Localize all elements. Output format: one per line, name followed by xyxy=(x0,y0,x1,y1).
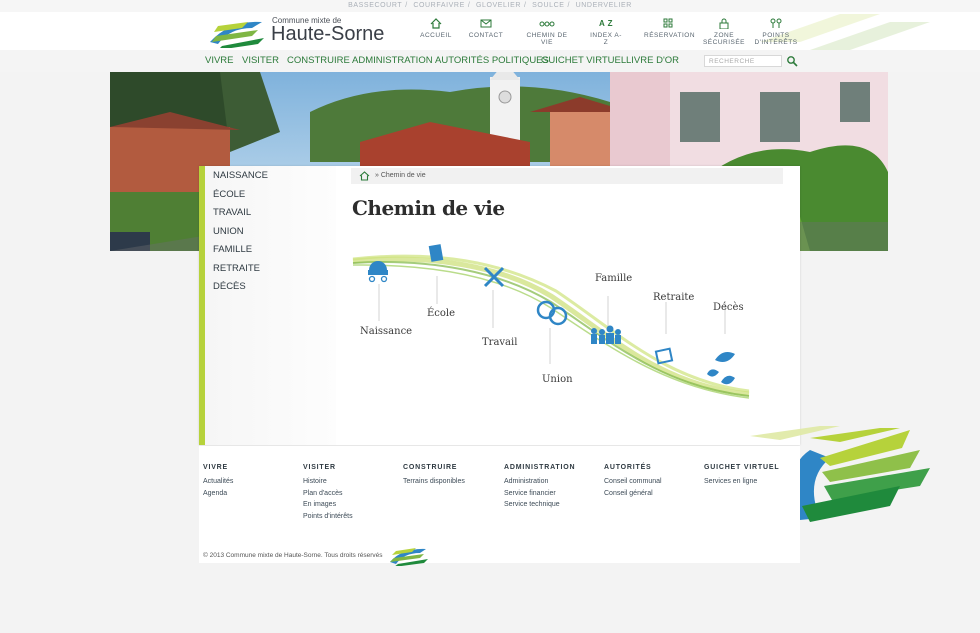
footer-heading: VISITER xyxy=(303,464,336,471)
poi-icon xyxy=(770,18,782,28)
menu-vivre[interactable]: VIVRE xyxy=(205,55,234,66)
footer-col-autorites: AUTORITÉS Conseil communal Conseil génér… xyxy=(604,464,662,501)
topnav-chemin-de-vie[interactable]: CHEMIN DE VIE xyxy=(520,18,574,46)
stage-travail[interactable]: Travail xyxy=(482,337,517,348)
footer-link[interactable]: Agenda xyxy=(203,490,233,497)
village-link[interactable]: SOULCE xyxy=(532,2,564,9)
footer: VIVRE Actualités Agenda VISITER Histoire… xyxy=(199,446,800,566)
topnav-points-interets[interactable]: POINTS D'INTÉRÊTS xyxy=(754,18,798,46)
sidebar-item-ecole[interactable]: ÉCOLE xyxy=(205,186,336,205)
logo-title: Haute-Sorne xyxy=(271,23,385,45)
footer-link[interactable]: Terrains disponibles xyxy=(403,478,465,485)
sidebar-item-union[interactable]: UNION xyxy=(205,223,336,242)
footer-link[interactable]: En images xyxy=(303,501,353,508)
footer-col-construire: CONSTRUIRE Terrains disponibles xyxy=(403,464,465,490)
page-title: Chemin de vie xyxy=(352,196,505,220)
stage-naissance[interactable]: Naissance xyxy=(360,326,412,337)
home-icon xyxy=(430,18,442,29)
stage-union[interactable]: Union xyxy=(542,374,573,385)
header: Commune mixte de Haute-Sorne ACCUEIL CON… xyxy=(0,12,980,50)
stage-famille[interactable]: Famille xyxy=(595,273,632,284)
main-menu-bar: VIVRE VISITER CONSTRUIRE ADMINISTRATION … xyxy=(0,50,980,72)
footer-link[interactable]: Services en ligne xyxy=(704,478,779,485)
sidebar-item-retraite[interactable]: RETRAITE xyxy=(205,260,336,279)
sidebar-item-famille[interactable]: FAMILLE xyxy=(205,241,336,260)
villages-bar: BASSECOURT / COURFAIVRE / GLOVELIER / SOULC… xyxy=(0,0,980,12)
logo-mark-icon xyxy=(210,21,264,48)
breadcrumb-current: » Chemin de vie xyxy=(375,172,426,179)
topnav-reservation[interactable]: RÉSERVATION xyxy=(644,18,695,39)
footer-heading: CONSTRUIRE xyxy=(403,464,458,471)
menu-livre-dor[interactable]: LIVRE D'OR xyxy=(626,55,679,66)
copyright: © 2013 Commune mixte de Haute-Sorne. Tou… xyxy=(203,552,383,559)
menu-guichet-virtuel[interactable]: GUICHET VIRTUEL xyxy=(541,55,626,66)
footer-heading: GUICHET VIRTUEL xyxy=(704,464,780,471)
village-link[interactable]: GLOVELIER xyxy=(476,2,521,9)
menu-administration[interactable]: ADMINISTRATION xyxy=(352,55,433,66)
menu-visiter[interactable]: VISITER xyxy=(242,55,279,66)
footer-link[interactable]: Points d'intérêts xyxy=(303,513,353,520)
topnav-accueil[interactable]: ACCUEIL xyxy=(420,18,452,39)
footer-link[interactable]: Service financier xyxy=(504,490,575,497)
footer-col-visiter: VISITER Histoire Plan d'accès En images … xyxy=(303,464,353,524)
footer-link[interactable]: Service technique xyxy=(504,501,575,508)
footer-col-vivre: VIVRE Actualités Agenda xyxy=(203,464,233,501)
retirement-icon xyxy=(654,347,674,365)
footer-link[interactable]: Conseil communal xyxy=(604,478,662,485)
sidebar-item-travail[interactable]: TRAVAIL xyxy=(205,204,336,223)
stage-ecole[interactable]: École xyxy=(427,308,455,319)
village-link[interactable]: COURFAIVRE xyxy=(413,2,465,9)
footer-link[interactable]: Actualités xyxy=(203,478,233,485)
footer-col-guichet-virtuel: GUICHET VIRTUEL Services en ligne xyxy=(704,464,779,490)
mail-icon xyxy=(480,19,492,28)
footer-col-administration: ADMINISTRATION Administration Service fi… xyxy=(504,464,575,513)
stage-retraite[interactable]: Retraite xyxy=(653,292,694,303)
stroller-icon xyxy=(368,261,388,283)
village-link[interactable]: UNDERVELIER xyxy=(576,2,632,9)
leaves-icon xyxy=(707,352,735,385)
topnav-zone-securisee[interactable]: ZONE SÉCURISÉE xyxy=(702,18,746,46)
search-input[interactable]: RECHERCHE xyxy=(704,55,782,67)
stage-deces[interactable]: Décès xyxy=(713,302,744,313)
footer-link[interactable]: Administration xyxy=(504,478,575,485)
menu-autorites-politiques[interactable]: AUTORITÉS POLITIQUES xyxy=(435,55,549,66)
search-icon[interactable] xyxy=(786,55,798,67)
footer-link[interactable]: Histoire xyxy=(303,478,353,485)
topnav-index-az[interactable]: A Z INDEX A-Z xyxy=(588,18,624,46)
sidebar-item-deces[interactable]: DÉCÈS xyxy=(205,278,336,297)
sidebar-nav: NAISSANCE ÉCOLE TRAVAIL UNION FAMILLE RE… xyxy=(199,166,336,445)
topnav-contact[interactable]: CONTACT xyxy=(468,18,504,39)
breadcrumb: » Chemin de vie xyxy=(351,168,783,184)
content-panel: NAISSANCE ÉCOLE TRAVAIL UNION FAMILLE RE… xyxy=(199,166,800,445)
grid-icon xyxy=(663,18,673,28)
az-icon: A Z xyxy=(598,19,614,28)
footer-heading: VIVRE xyxy=(203,464,229,471)
menu-construire[interactable]: CONSTRUIRE xyxy=(287,55,350,66)
path-icon xyxy=(539,21,555,27)
footer-heading: ADMINISTRATION xyxy=(504,464,576,471)
home-icon[interactable] xyxy=(359,171,370,181)
footer-heading: AUTORITÉS xyxy=(604,464,652,471)
site-logo[interactable]: Commune mixte de Haute-Sorne xyxy=(208,14,388,48)
footer-link[interactable]: Conseil général xyxy=(604,490,662,497)
lock-icon xyxy=(719,18,729,29)
sidebar-item-naissance[interactable]: NAISSANCE xyxy=(205,167,336,186)
life-path-diagram: Naissance École Travail Union Famille Re… xyxy=(351,236,751,401)
footer-logo-icon[interactable] xyxy=(388,546,430,566)
footer-link[interactable]: Plan d'accès xyxy=(303,490,353,497)
village-link[interactable]: BASSECOURT xyxy=(348,2,402,9)
